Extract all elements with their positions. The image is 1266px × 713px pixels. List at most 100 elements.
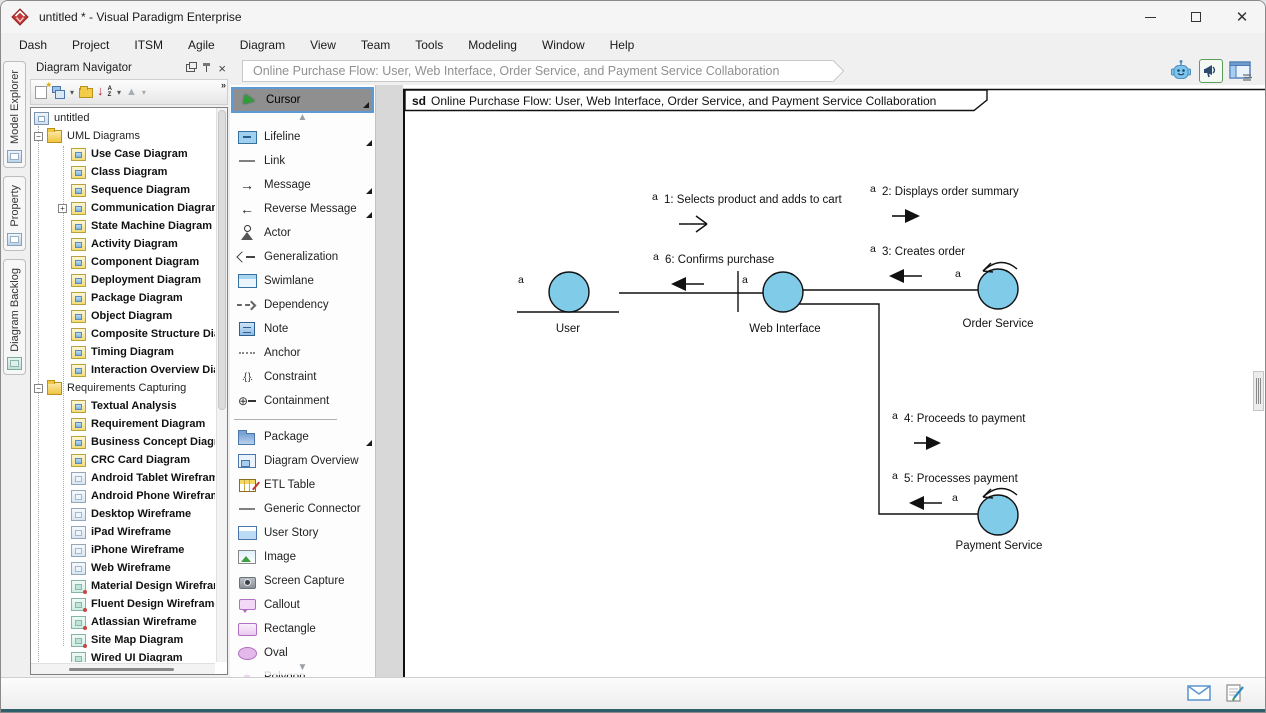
panel-splitter-handle[interactable]: [1253, 371, 1264, 411]
model-structure-button[interactable]: [52, 86, 65, 99]
tree-item[interactable]: iPhone Wireframe: [32, 541, 215, 559]
dropdown-caret-icon[interactable]: ▾: [142, 88, 146, 97]
dropdown-caret-icon[interactable]: ▾: [70, 88, 74, 97]
tool-item[interactable]: Dependency: [230, 293, 375, 317]
tree-item[interactable]: Sequence Diagram: [32, 181, 215, 199]
menu-item[interactable]: ITSM: [134, 38, 163, 52]
tree-item[interactable]: Android Phone Wireframe: [32, 487, 215, 505]
tool-item[interactable]: Anchor: [230, 341, 375, 365]
tree-item[interactable]: Use Case Diagram: [32, 145, 215, 163]
tree-item[interactable]: UML Diagrams: [32, 127, 215, 145]
tree-horizontal-scrollbar[interactable]: [31, 663, 215, 674]
maximize-button[interactable]: [1173, 1, 1219, 33]
layout-panel-icon[interactable]: [1229, 59, 1253, 83]
menu-item[interactable]: Window: [542, 38, 585, 52]
scrollbar-thumb[interactable]: [69, 668, 174, 671]
minimize-button[interactable]: [1127, 1, 1173, 33]
tree-item[interactable]: Composite Structure Diagram: [32, 325, 215, 343]
tree-item[interactable]: Atlassian Wireframe: [32, 613, 215, 631]
tree-item[interactable]: Android Tablet Wireframe: [32, 469, 215, 487]
open-folder-button[interactable]: [79, 86, 93, 98]
tree-item[interactable]: Business Concept Diagram: [32, 433, 215, 451]
messages-envelope-icon[interactable]: [1187, 685, 1211, 706]
palette-collapse-up-icon[interactable]: ▲: [230, 113, 375, 125]
announcement-megaphone-icon[interactable]: [1199, 59, 1223, 83]
tree-expander[interactable]: [34, 132, 43, 141]
diagram-canvas[interactable]: sd Online Purchase Flow: User, Web Inter…: [403, 85, 1266, 677]
menu-item[interactable]: View: [310, 38, 336, 52]
close-panel-icon[interactable]: ×: [218, 62, 226, 75]
float-panel-icon[interactable]: [186, 64, 195, 72]
tree-item[interactable]: Requirement Diagram: [32, 415, 215, 433]
sd-frame-label[interactable]: sd Online Purchase Flow: User, Web Inter…: [405, 90, 987, 111]
tree-item[interactable]: Deployment Diagram: [32, 271, 215, 289]
side-tab[interactable]: Diagram Backlog: [3, 259, 26, 376]
tool-item[interactable]: Generalization: [230, 245, 375, 269]
tree-item[interactable]: Object Diagram: [32, 307, 215, 325]
tool-item[interactable]: Screen Capture: [230, 569, 375, 593]
tool-item[interactable]: Containment: [230, 389, 375, 413]
node-order-service[interactable]: a Order Service: [955, 262, 1033, 330]
message-6[interactable]: a 6: Confirms purchase: [653, 251, 774, 291]
node-user[interactable]: a User: [517, 272, 619, 335]
node-payment-service[interactable]: Payment Service: [956, 488, 1043, 552]
message-2[interactable]: a 2: Displays order summary: [870, 183, 1019, 223]
tool-item[interactable]: [230, 413, 375, 425]
tree-item[interactable]: iPad Wireframe: [32, 523, 215, 541]
dropdown-caret-icon[interactable]: ▾: [117, 88, 121, 97]
message-1[interactable]: a 1: Selects product and adds to cart: [652, 191, 843, 232]
tool-item[interactable]: Actor: [230, 221, 375, 245]
tree-item[interactable]: Desktop Wireframe: [32, 505, 215, 523]
tree-item[interactable]: Class Diagram: [32, 163, 215, 181]
tree-expander[interactable]: [34, 384, 43, 393]
menu-item[interactable]: Modeling: [468, 38, 517, 52]
side-tab[interactable]: Property: [3, 176, 26, 251]
tool-item[interactable]: Swimlane: [230, 269, 375, 293]
tree-expander[interactable]: [58, 204, 67, 213]
tool-item[interactable]: Image: [230, 545, 375, 569]
menu-item[interactable]: Tools: [415, 38, 443, 52]
palette-scroll-down-icon[interactable]: ▼: [230, 663, 375, 675]
tool-item[interactable]: Generic Connector: [230, 497, 375, 521]
tool-item[interactable]: Package: [230, 425, 375, 449]
tool-item[interactable]: Message: [230, 173, 375, 197]
tool-item[interactable]: Diagram Overview: [230, 449, 375, 473]
tree-item[interactable]: Interaction Overview Diagram: [32, 361, 215, 379]
menu-item[interactable]: Help: [610, 38, 635, 52]
tree-item[interactable]: untitled: [32, 109, 215, 127]
tree-item[interactable]: State Machine Diagram: [32, 217, 215, 235]
tree-item[interactable]: Component Diagram: [32, 253, 215, 271]
tree-item[interactable]: CRC Card Diagram: [32, 451, 215, 469]
new-diagram-button[interactable]: [35, 86, 47, 99]
tree-item[interactable]: Activity Diagram: [32, 235, 215, 253]
breadcrumb[interactable]: Online Purchase Flow: User, Web Interfac…: [242, 60, 834, 82]
tree-item[interactable]: Material Design Wireframe: [32, 577, 215, 595]
tree-item[interactable]: Requirements Capturing: [32, 379, 215, 397]
menu-item[interactable]: Dash: [19, 38, 47, 52]
tree-item[interactable]: Communication Diagram: [32, 199, 215, 217]
tool-item[interactable]: Lifeline: [230, 125, 375, 149]
tool-item[interactable]: Link: [230, 149, 375, 173]
tool-item[interactable]: Callout: [230, 593, 375, 617]
collapse-all-button[interactable]: ▲: [126, 87, 137, 98]
tree-item[interactable]: Site Map Diagram: [32, 631, 215, 649]
tool-item[interactable]: Reverse Message: [230, 197, 375, 221]
message-4[interactable]: a 4: Proceeds to payment: [892, 410, 1026, 450]
tree-item[interactable]: Timing Diagram: [32, 343, 215, 361]
toolbar-overflow-icon[interactable]: »: [221, 80, 226, 90]
tree-item[interactable]: Textual Analysis: [32, 397, 215, 415]
tool-cursor[interactable]: Cursor: [231, 87, 374, 113]
edit-document-icon[interactable]: [1225, 683, 1245, 708]
tool-item[interactable]: Rectangle: [230, 617, 375, 641]
menu-item[interactable]: Team: [361, 38, 390, 52]
menu-item[interactable]: Diagram: [240, 38, 285, 52]
sort-button[interactable]: [98, 85, 112, 99]
close-button[interactable]: ✕: [1219, 1, 1265, 33]
tool-item[interactable]: ETL Table: [230, 473, 375, 497]
tool-item[interactable]: Constraint: [230, 365, 375, 389]
scrollbar-thumb[interactable]: [218, 110, 226, 410]
tree-item[interactable]: Wired UI Diagram: [32, 649, 215, 662]
menu-item[interactable]: Project: [72, 38, 109, 52]
pin-panel-icon[interactable]: [202, 63, 211, 73]
tree-item[interactable]: Web Wireframe: [32, 559, 215, 577]
